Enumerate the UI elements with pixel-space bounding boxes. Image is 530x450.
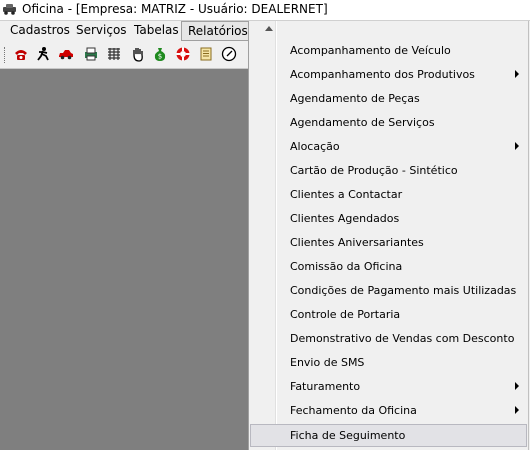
menu-item-demonstrativo-vendas[interactable]: Demonstrativo de Vendas com Desconto <box>250 327 527 350</box>
svg-text:$: $ <box>158 53 162 61</box>
car-icon[interactable] <box>58 46 74 62</box>
menu-item-label: Acompanhamento dos Produtivos <box>290 68 475 81</box>
money-bag-icon[interactable]: $ <box>152 46 168 62</box>
menu-bar: Cadastros Serviços Tabelas Relatórios <box>0 21 255 41</box>
submenu-arrow-icon <box>515 142 519 150</box>
window-title: Oficina - [Empresa: MATRIZ - Usuário: DE… <box>22 2 328 16</box>
menu-relatorios[interactable]: Relatórios <box>181 21 255 41</box>
menu-item-label: Comissão da Oficina <box>290 260 403 273</box>
menu-item-controle-portaria[interactable]: Controle de Portaria <box>250 303 527 326</box>
menu-item-fechamento-oficina[interactable]: Fechamento da Oficina <box>250 399 527 422</box>
clock-icon[interactable] <box>221 46 237 62</box>
menu-item-label: Agendamento de Serviços <box>290 116 435 129</box>
submenu-arrow-icon <box>515 382 519 390</box>
menu-item-acompanhamento-produtivos[interactable]: Acompanhamento dos Produtivos <box>250 63 527 86</box>
menu-item-label: Clientes Aniversariantes <box>290 236 424 249</box>
lifebuoy-icon[interactable] <box>175 46 191 62</box>
submenu-arrow-icon <box>515 70 519 78</box>
menu-item-comissao-oficina[interactable]: Comissão da Oficina <box>250 255 527 278</box>
calendar-grid-icon[interactable] <box>106 46 122 62</box>
title-bar: Oficina - [Empresa: MATRIZ - Usuário: DE… <box>0 0 530 21</box>
menu-item-label: Fechamento da Oficina <box>290 404 417 417</box>
menu-cadastros[interactable]: Cadastros <box>4 21 76 40</box>
car-icon <box>3 4 16 15</box>
menu-scroll-up-arrow[interactable] <box>265 26 273 31</box>
menu-item-ficha-seguimento[interactable]: Ficha de Seguimento <box>250 424 527 447</box>
menu-item-acompanhamento-veiculo[interactable]: Acompanhamento de Veículo <box>250 39 527 62</box>
mdi-client-area <box>0 69 248 450</box>
menu-item-label: Acompanhamento de Veículo <box>290 44 451 57</box>
menu-tabelas[interactable]: Tabelas <box>128 21 185 40</box>
printer-icon[interactable] <box>83 46 99 62</box>
menu-item-label: Alocação <box>290 140 340 153</box>
menu-item-condicoes-pagamento[interactable]: Condições de Pagamento mais Utilizadas <box>250 279 527 302</box>
menu-item-label: Demonstrativo de Vendas com Desconto <box>290 332 515 345</box>
menu-item-agendamento-pecas[interactable]: Agendamento de Peças <box>250 87 527 110</box>
menu-item-faturamento[interactable]: Faturamento <box>250 375 527 398</box>
menu-item-cartao-producao[interactable]: Cartão de Produção - Sintético <box>250 159 527 182</box>
menu-item-alocacao[interactable]: Alocação <box>250 135 527 158</box>
menu-item-label: Condições de Pagamento mais Utilizadas <box>290 284 517 297</box>
phone-icon[interactable] <box>13 46 29 62</box>
menu-item-label: Cartão de Produção - Sintético <box>290 164 458 177</box>
menu-item-agendamento-servicos[interactable]: Agendamento de Serviços <box>250 111 527 134</box>
submenu-arrow-icon <box>515 406 519 414</box>
document-icon[interactable] <box>198 46 214 62</box>
menu-item-envio-sms[interactable]: Envio de SMS <box>250 351 527 374</box>
relatorios-dropdown-menu: Acompanhamento de Veículo Acompanhamento… <box>248 21 529 450</box>
running-man-icon[interactable] <box>35 46 51 62</box>
menu-item-label: Faturamento <box>290 380 361 393</box>
toolbar: $ <box>0 42 248 69</box>
menu-servicos[interactable]: Serviços <box>70 21 133 40</box>
menu-item-clientes-agendados[interactable]: Clientes Agendados <box>250 207 527 230</box>
menu-item-label: Envio de SMS <box>290 356 365 369</box>
hand-icon[interactable] <box>130 46 146 62</box>
menu-item-label: Clientes Agendados <box>290 212 400 225</box>
menu-item-label: Agendamento de Peças <box>290 92 420 105</box>
toolbar-grip[interactable] <box>4 47 7 63</box>
menu-item-clientes-aniversariantes[interactable]: Clientes Aniversariantes <box>250 231 527 254</box>
menu-item-clientes-contactar[interactable]: Clientes a Contactar <box>250 183 527 206</box>
menu-item-label: Clientes a Contactar <box>290 188 403 201</box>
menu-item-label: Ficha de Seguimento <box>290 429 406 442</box>
menu-item-label: Controle de Portaria <box>290 308 401 321</box>
